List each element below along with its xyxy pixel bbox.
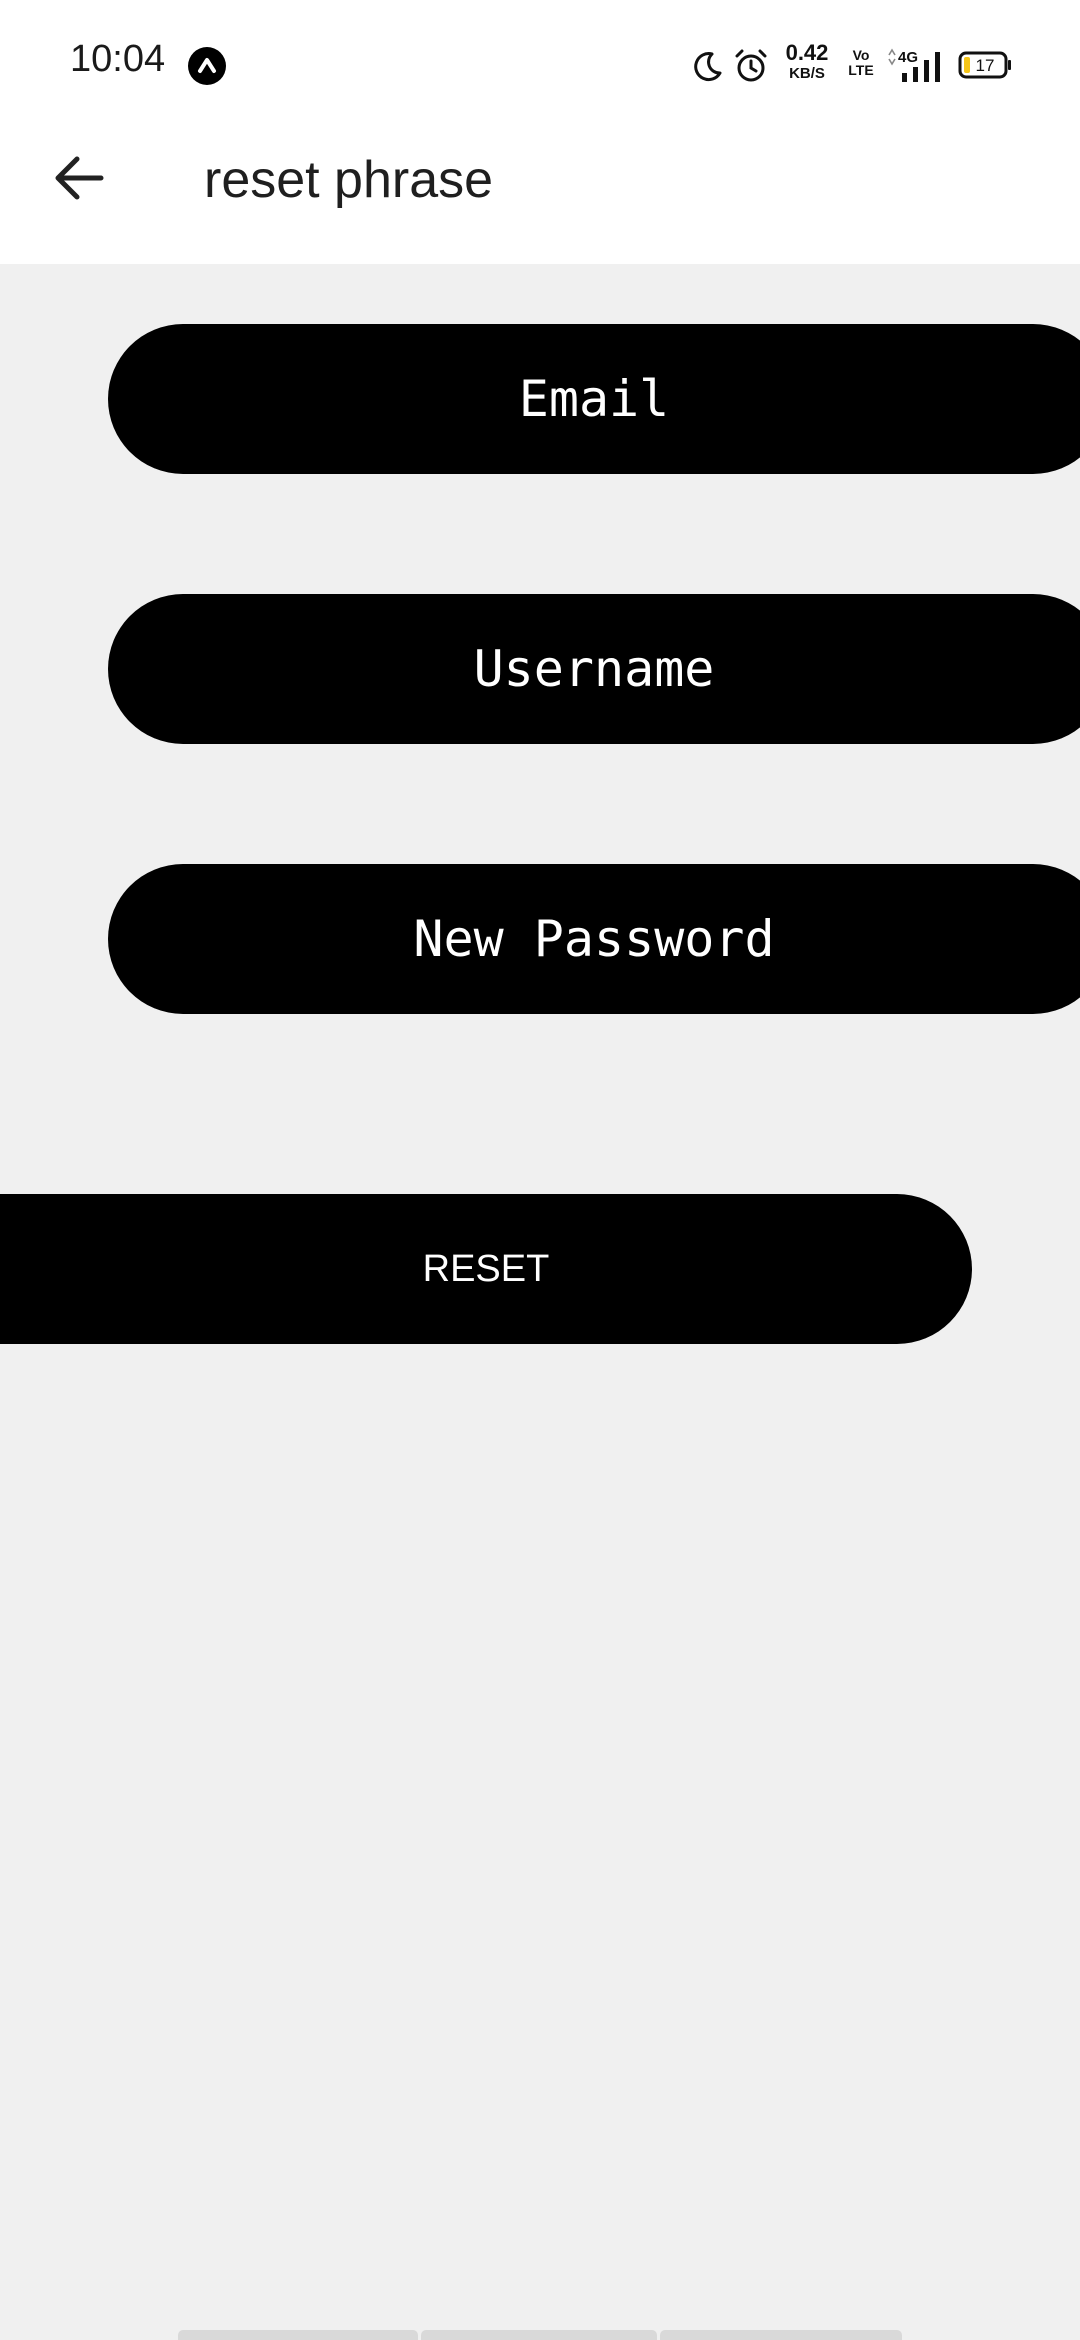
nav-gesture-handle-left [178, 2330, 418, 2340]
signal-strength-icon: 4G [886, 46, 946, 86]
username-field[interactable] [108, 594, 1080, 744]
volte-indicator: Vo LTE [844, 48, 878, 77]
nav-gesture-handle-right [660, 2330, 902, 2340]
new-password-field[interactable] [108, 864, 1080, 1014]
arrow-left-icon [51, 150, 107, 211]
status-icons: 0.42 KB/S Vo LTE 4G 17 [690, 40, 1012, 88]
nav-gesture-handle-center [421, 2330, 657, 2340]
new-password-field-container [108, 864, 1080, 1014]
network-speed: 0.42 KB/S [778, 40, 836, 82]
battery-level: 17 [976, 56, 995, 75]
reset-button[interactable]: RESET [0, 1194, 972, 1344]
back-button[interactable] [40, 136, 118, 224]
page-title: reset phrase [204, 151, 494, 209]
app-bar [0, 132, 1080, 264]
do-not-disturb-moon-icon [690, 48, 726, 84]
email-field-container [108, 324, 1080, 474]
battery-icon: 17 [958, 50, 1012, 80]
app-notification-icon [188, 47, 226, 85]
status-bar: 10:04 0.42 KB/S Vo LTE 4G 17 [0, 0, 1080, 132]
volte-top: Vo [852, 47, 870, 63]
network-speed-unit: KB/S [789, 65, 825, 82]
network-type: 4G [898, 49, 918, 66]
network-speed-value: 0.42 [785, 40, 829, 65]
alarm-clock-icon [732, 47, 770, 85]
username-field-container [108, 594, 1080, 744]
email-field[interactable] [108, 324, 1080, 474]
status-time: 10:04 [70, 38, 166, 80]
volte-bottom: LTE [848, 61, 874, 78]
